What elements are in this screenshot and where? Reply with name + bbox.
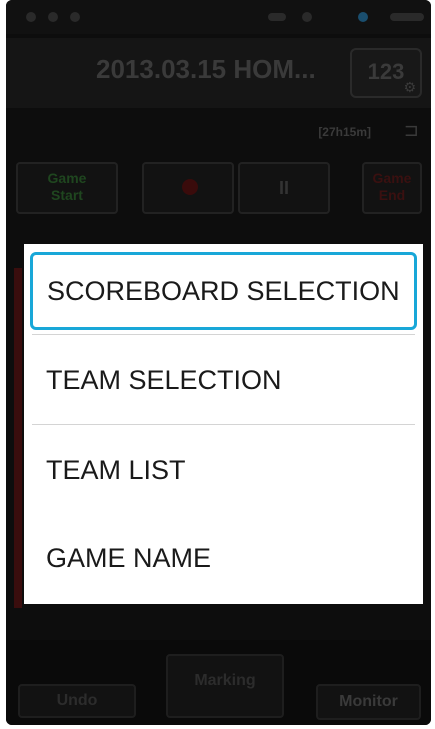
score-label: 123: [367, 59, 405, 84]
status-icon: [26, 12, 36, 22]
status-icon: [70, 12, 80, 22]
menu-item-scoreboard-selection[interactable]: SCOREBOARD SELECTION: [30, 252, 417, 330]
pause-button[interactable]: II: [238, 162, 330, 214]
pause-icon: II: [278, 178, 289, 198]
menu-item-game-name[interactable]: GAME NAME: [24, 514, 423, 602]
record-button[interactable]: [142, 162, 234, 214]
menu-divider: [32, 424, 415, 425]
game-end-button[interactable]: Game End: [362, 162, 422, 214]
scoreboard-settings-button[interactable]: 123 ⚙: [350, 48, 422, 98]
status-bar: [6, 0, 431, 34]
record-icon: [182, 179, 198, 195]
page-title: 2013.03.15 HOM...: [96, 54, 316, 84]
status-icon: [268, 13, 286, 21]
settings-menu-dialog: SCOREBOARD SELECTION TEAM SELECTION TEAM…: [24, 244, 423, 604]
bluetooth-icon: [358, 12, 368, 22]
remaining-time: [27h15m]: [318, 125, 371, 139]
scoreboard-edge: [14, 268, 22, 608]
wifi-icon: [302, 12, 312, 22]
monitor-button[interactable]: Monitor: [316, 684, 421, 720]
game-start-line2: Start: [51, 187, 83, 203]
menu-item-team-selection[interactable]: TEAM SELECTION: [24, 336, 423, 424]
status-icon: [48, 12, 58, 22]
marking-button[interactable]: Marking: [166, 654, 284, 718]
game-start-line1: Game: [47, 170, 87, 186]
menu-item-team-list[interactable]: TEAM LIST: [24, 426, 423, 514]
menu-divider: [32, 334, 415, 335]
game-start-button[interactable]: Game Start: [16, 162, 118, 214]
gear-icon: ⚙: [403, 79, 416, 95]
game-end-line2: End: [378, 187, 406, 203]
game-end-line1: Game: [372, 170, 412, 186]
battery-icon: [390, 13, 424, 21]
plug-icon: ⊐: [403, 120, 419, 140]
phone-screen: 2013.03.15 HOM... 123 ⚙ [27h15m] ⊐ Game …: [6, 0, 431, 725]
title-bar: 2013.03.15 HOM... 123 ⚙: [6, 38, 431, 108]
undo-button[interactable]: Undo: [18, 684, 136, 718]
